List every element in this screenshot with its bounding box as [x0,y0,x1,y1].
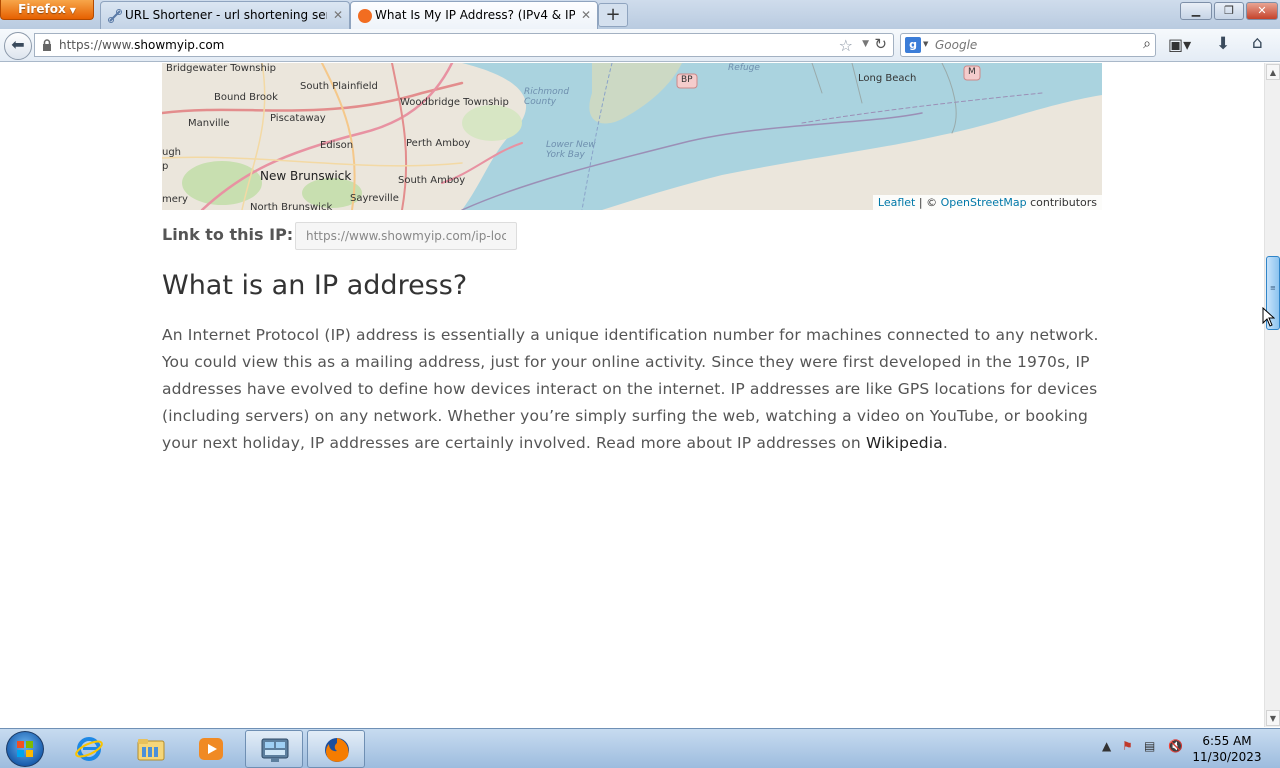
file-explorer-icon [137,739,165,761]
map-label: Woodbridge Township [400,97,509,108]
windows-logo-icon [17,741,33,757]
search-icon[interactable]: ⌕ [1143,36,1151,52]
tab-showmyip[interactable]: What Is My IP Address? (IPv4 & IPv6) ...… [350,1,598,29]
restore-window-button[interactable]: ❐ [1214,2,1244,20]
openstreetmap-link[interactable]: OpenStreetMap [941,196,1027,209]
map-label: South Amboy [398,175,466,186]
map-label: Piscataway [270,113,326,124]
site-favicon-icon [358,9,372,23]
lock-icon [43,39,51,51]
scroll-up-arrow-icon[interactable]: ▲ [1266,64,1280,80]
map-label: p [162,161,169,172]
home-button[interactable]: ⌂ [1252,33,1263,53]
volume-muted-icon[interactable]: 🔇 [1168,739,1183,753]
network-icon[interactable]: ▤ [1144,739,1155,753]
taskbar-firefox[interactable] [307,730,365,768]
firefox-menu-button[interactable]: Firefox ▼ [0,0,94,20]
close-window-button[interactable]: ✕ [1246,2,1278,20]
tab-label: URL Shortener - url shortening servic... [125,8,327,22]
map-marker-label: BP [681,75,693,85]
bookmark-star-icon[interactable]: ☆ [839,36,853,55]
taskbar-internet-explorer[interactable] [60,730,118,768]
grip-icon: ≡ [1270,284,1276,292]
search-bar[interactable]: g ▼ ⌕ [900,33,1156,57]
section-heading: What is an IP address? [162,270,468,301]
search-input[interactable] [935,36,1135,54]
leaflet-link[interactable]: Leaflet [878,196,915,209]
map-label: South Plainfield [300,81,378,92]
tab-label: What Is My IP Address? (IPv4 & IPv6) ... [375,8,575,22]
map-label: Sayreville [350,193,399,204]
close-tab-icon[interactable]: ✕ [581,2,591,28]
tab-url-shortener[interactable]: URL Shortener - url shortening servic...… [100,1,350,29]
map-label: North Brunswick [250,202,333,210]
map-label: Refuge [728,63,760,73]
link-to-ip-label: Link to this IP: [162,225,294,244]
windows-taskbar: ▲ ⚑ ▤ 🔇 6:55 AM 11/30/2023 [0,728,1280,768]
internet-explorer-icon [75,737,103,761]
map-label: Perth Amboy [406,138,471,149]
show-hidden-icons-arrow-icon[interactable]: ▲ [1102,739,1111,753]
map-label: Bridgewater Township [166,63,276,74]
map-label: New Brunswick [260,169,352,183]
location-map[interactable]: Bridgewater Township South Plainfield Bo… [162,63,1102,210]
vertical-scrollbar[interactable]: ▲ ≡ ▼ [1264,63,1280,727]
new-tab-button[interactable]: + [598,3,628,27]
mouse-cursor-icon [1262,307,1275,327]
wikipedia-link[interactable]: Wikipedia [866,434,943,452]
media-player-icon [199,738,223,760]
search-engine-dropdown-icon[interactable]: ▼ [923,40,928,48]
tab-bar: Firefox ▼ URL Shortener - url shortening … [0,0,1280,29]
map-label: Edison [320,140,354,151]
taskbar-file-explorer[interactable] [122,730,180,768]
map-label: Long Beach [858,73,917,84]
downloads-button[interactable]: ⬇ [1216,34,1230,54]
address-bar[interactable]: https://www.showmyip.com ☆ ▼ ↻ [34,33,894,57]
back-arrow-icon: ⬅ [11,35,25,54]
clock-time: 6:55 AM [1202,734,1252,748]
map-label: mery [162,194,188,205]
map-label: Richmond County [524,87,570,107]
map-marker-label: M [968,67,976,77]
map-label: Bound Brook [214,92,278,103]
firefox-icon [325,738,349,762]
start-button[interactable] [6,731,44,767]
google-search-engine-icon[interactable]: g [905,37,921,53]
map-label: ugh [162,147,182,158]
clock-date: 11/30/2023 [1192,750,1262,764]
back-button[interactable]: ⬅ [4,32,32,60]
url-text[interactable]: https://www.showmyip.com [59,38,224,52]
remote-desktop-icon [261,738,289,762]
close-tab-icon[interactable]: ✕ [333,2,343,28]
link-icon [108,9,122,23]
map-label: Lower New York Bay [546,140,596,160]
bookmarks-menu-button[interactable]: ▣▾ [1168,35,1202,55]
home-icon: ⌂ [1252,33,1263,53]
taskbar-media-player[interactable] [182,730,240,768]
map-attribution: Leaflet | © OpenStreetMap contributors [872,195,1102,210]
ip-link-field[interactable] [295,222,517,250]
taskbar-clock[interactable]: 6:55 AM 11/30/2023 [1188,733,1266,765]
page-viewport: Bridgewater Township South Plainfield Bo… [0,63,1264,727]
taskbar-remote-desktop[interactable] [245,730,303,768]
action-center-flag-icon[interactable]: ⚑ [1122,739,1133,753]
scroll-down-arrow-icon[interactable]: ▼ [1266,710,1280,726]
bookmarks-icon: ▣▾ [1168,35,1192,54]
minimize-window-button[interactable]: ▁ [1180,2,1212,20]
section-paragraph: An Internet Protocol (IP) address is ess… [162,326,1099,452]
history-dropdown-icon[interactable]: ▼ [862,39,869,49]
download-arrow-icon: ⬇ [1216,34,1231,54]
reload-icon[interactable]: ↻ [874,35,887,53]
navigation-toolbar: ⬅ https://www.showmyip.com ☆ ▼ ↻ g ▼ ⌕ ▣… [0,29,1280,62]
map-label: Manville [188,118,230,129]
